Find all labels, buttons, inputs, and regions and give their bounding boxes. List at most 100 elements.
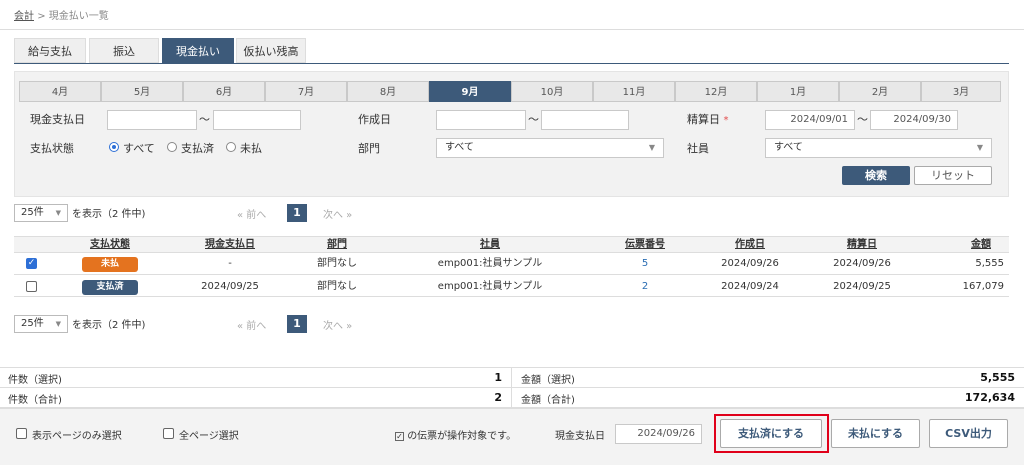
chevron-down-icon: ▼ (55, 209, 61, 217)
created-date-to-input[interactable] (541, 110, 629, 130)
month-tab-2[interactable]: 2月 (839, 81, 921, 102)
status-radio-unpaid-label: 未払 (240, 142, 262, 155)
footer-cash-date-label: 現金支払日 (555, 431, 605, 442)
tab-transfer[interactable]: 振込 (89, 38, 159, 63)
search-button[interactable]: 検索 (842, 166, 910, 185)
settle-date-label-text: 精算日 (687, 113, 720, 126)
cell-slip-link[interactable]: 2 (595, 277, 695, 297)
col-settle-date[interactable]: 精算日 (812, 236, 912, 253)
target-note-text: の伝票が操作対象です。 (407, 431, 517, 442)
chevron-down-icon: ▼ (976, 143, 983, 152)
col-status[interactable]: 支払状態 (60, 236, 160, 253)
checked-box-icon: ✓ (395, 432, 404, 441)
prev-page-link-bottom[interactable]: « 前へ (237, 317, 266, 332)
current-page-bottom[interactable]: 1 (287, 315, 307, 333)
tab-salary[interactable]: 給与支払 (14, 38, 86, 63)
per-page-value: 25件 (21, 207, 44, 218)
required-mark: * (723, 115, 729, 126)
dept-select-value: すべて (445, 142, 474, 153)
count-selected-value: 1 (494, 371, 502, 384)
created-date-label: 作成日 (358, 113, 391, 126)
pager-summary-bottom: を表示（2 件中) (72, 320, 146, 331)
month-tab-12[interactable]: 12月 (675, 81, 757, 102)
cell-amount: 5,555 (975, 258, 1004, 269)
cash-date-from-input[interactable] (107, 110, 197, 130)
status-radio-unpaid[interactable]: 未払 (226, 141, 276, 155)
col-cash-date[interactable]: 現金支払日 (175, 236, 285, 253)
col-amount[interactable]: 金額 (925, 236, 1005, 253)
next-page-link-top[interactable]: 次へ » (323, 206, 352, 221)
status-radio-all-label: すべて (123, 142, 155, 155)
month-tab-7[interactable]: 7月 (265, 81, 347, 102)
per-page-value: 25件 (21, 318, 44, 329)
header-divider (0, 29, 1024, 30)
col-created-date[interactable]: 作成日 (700, 236, 800, 253)
month-tab-10[interactable]: 10月 (511, 81, 593, 102)
csv-export-button[interactable]: CSV出力 (929, 419, 1008, 448)
tab-advance-balance[interactable]: 仮払い残高 (236, 38, 306, 63)
cell-employee: emp001:社員サンプル (437, 281, 543, 292)
month-tab-6[interactable]: 6月 (183, 81, 265, 102)
tab-underline (14, 63, 1009, 64)
all-pages-label: 全ページ選択 (179, 431, 239, 442)
status-label: 支払状態 (30, 142, 74, 155)
cell-settle-date: 2024/09/25 (833, 281, 891, 292)
cell-settle-date: 2024/09/26 (833, 258, 891, 269)
settle-date-to-input[interactable]: 2024/09/30 (870, 110, 958, 130)
cell-created-date: 2024/09/26 (721, 258, 779, 269)
pager-summary-top: を表示（2 件中) (72, 209, 146, 220)
per-page-select-bottom[interactable]: 25件 ▼ (14, 315, 68, 333)
status-badge: 支払済 (82, 280, 138, 295)
next-page-link-bottom[interactable]: 次へ » (323, 317, 352, 332)
prev-page-link-top[interactable]: « 前へ (237, 206, 266, 221)
month-tab-3[interactable]: 3月 (921, 81, 1001, 102)
col-employee[interactable]: 社員 (400, 236, 580, 253)
employee-label: 社員 (687, 142, 709, 155)
status-badge: 未払 (82, 257, 138, 272)
count-selected-label: 件数（選択) (8, 375, 62, 386)
col-slip-number[interactable]: 伝票番号 (595, 236, 695, 253)
per-page-select-top[interactable]: 25件 ▼ (14, 204, 68, 222)
month-tab-11[interactable]: 11月 (593, 81, 675, 102)
row-checkbox[interactable] (26, 281, 37, 292)
reset-button[interactable]: リセット (914, 166, 992, 185)
settle-date-label: 精算日 * (687, 111, 729, 127)
breadcrumb-root-link[interactable]: 会計 (14, 11, 34, 22)
employee-select-value: すべて (774, 142, 803, 153)
cash-date-to-input[interactable] (213, 110, 301, 130)
all-pages-checkbox[interactable] (163, 428, 174, 439)
month-tab-9[interactable]: 9月 (429, 81, 511, 102)
settle-date-from-input[interactable]: 2024/09/01 (765, 110, 855, 130)
radio-icon (167, 142, 177, 152)
radio-icon (226, 142, 236, 152)
employee-select[interactable]: すべて ▼ (765, 138, 992, 158)
tab-cash[interactable]: 現金払い (162, 38, 234, 63)
footer-cash-date-input[interactable]: 2024/09/26 (615, 424, 702, 444)
mark-unpaid-button[interactable]: 未払にする (831, 419, 920, 448)
cell-slip-link[interactable]: 5 (595, 254, 695, 274)
status-radio-paid-label: 支払済 (181, 142, 214, 155)
amount-total-value: 172,634 (964, 391, 1015, 404)
month-tab-8[interactable]: 8月 (347, 81, 429, 102)
month-tab-4[interactable]: 4月 (19, 81, 101, 102)
created-date-from-input[interactable] (436, 110, 526, 130)
amount-selected-label: 金額（選択) (521, 375, 575, 386)
cell-employee: emp001:社員サンプル (437, 258, 543, 269)
month-tab-1[interactable]: 1月 (757, 81, 839, 102)
status-radio-paid[interactable]: 支払済 (167, 141, 227, 155)
row-checkbox[interactable]: ✓ (26, 258, 37, 269)
dept-label: 部門 (358, 142, 380, 155)
breadcrumb-current: 現金払い一覧 (48, 11, 109, 22)
mark-paid-button[interactable]: 支払済にする (720, 419, 822, 448)
current-page-top[interactable]: 1 (287, 204, 307, 222)
amount-selected-value: 5,555 (980, 371, 1015, 384)
dept-select[interactable]: すべて ▼ (436, 138, 664, 158)
count-total-value: 2 (494, 391, 502, 404)
count-total-label: 件数（合計) (8, 395, 62, 406)
col-dept[interactable]: 部門 (287, 236, 387, 253)
cell-cash-date: - (228, 258, 232, 269)
status-radio-all[interactable]: すべて (109, 141, 169, 155)
summary-row-total (0, 388, 1024, 408)
month-tab-5[interactable]: 5月 (101, 81, 183, 102)
page-only-checkbox[interactable] (16, 428, 27, 439)
